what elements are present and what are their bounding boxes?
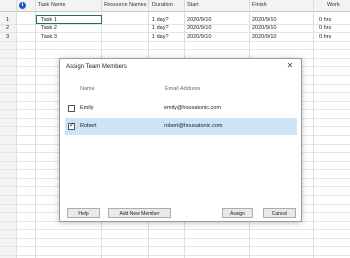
info-icon[interactable]: i — [19, 2, 26, 9]
cancel-button[interactable]: Cancel — [263, 208, 296, 218]
row-number[interactable]: 2 — [6, 24, 9, 32]
finish-cell[interactable]: 2020/9/10 — [252, 16, 276, 24]
start-cell[interactable]: 2020/9/10 — [187, 33, 211, 41]
row-number[interactable]: 1 — [6, 16, 9, 24]
help-button[interactable]: Help — [67, 208, 100, 218]
start-cell[interactable]: 2020/9/10 — [187, 24, 211, 32]
member-checkbox[interactable] — [68, 105, 75, 112]
email-column-header: Email Address — [165, 86, 201, 92]
member-row-robert[interactable]: ✓ Robert robert@housatonic.com — [65, 118, 297, 135]
col-header-duration[interactable]: Duration — [150, 0, 173, 11]
work-cell[interactable]: 0 hrs — [319, 33, 331, 41]
duration-cell[interactable]: 1 day? — [152, 33, 169, 41]
task-name-cell[interactable]: Task 3 — [41, 33, 57, 41]
col-header-work[interactable]: Work — [325, 0, 340, 11]
name-column-header: Name — [80, 86, 95, 92]
col-header-start[interactable]: Start — [185, 0, 199, 11]
duration-cell[interactable]: 1 day? — [152, 24, 169, 32]
col-header-resource-names[interactable]: Resource Names — [102, 0, 147, 11]
finish-cell[interactable]: 2020/9/10 — [252, 33, 276, 41]
col-header-finish[interactable]: Finish — [250, 0, 267, 11]
assign-button[interactable]: Assign — [222, 208, 253, 218]
close-icon[interactable]: ✕ — [285, 61, 295, 71]
add-new-member-button[interactable]: Add New Member — [108, 208, 171, 218]
work-cell[interactable]: 0 hrs — [319, 24, 331, 32]
finish-cell[interactable]: 2020/9/10 — [252, 24, 276, 32]
start-cell[interactable]: 2020/9/10 — [187, 16, 211, 24]
selected-cell-outline — [36, 15, 102, 24]
grid-header-row: i Task Name Resource Names Duration Star… — [0, 0, 350, 12]
task-name-cell[interactable]: Task 2 — [41, 24, 57, 32]
member-checkbox[interactable]: ✓ — [68, 122, 75, 130]
checkmark-icon: ✓ — [69, 122, 75, 129]
duration-cell[interactable]: 1 day? — [152, 16, 169, 24]
member-row-emily[interactable]: Emily emily@housatonic.com — [65, 100, 297, 117]
assign-team-members-dialog: Assign Team Members ✕ Name Email Address… — [59, 58, 302, 222]
work-cell[interactable]: 0 hrs — [319, 16, 331, 24]
member-name: Robert — [80, 123, 97, 129]
col-header-task-name[interactable]: Task Name — [36, 0, 66, 11]
member-email: emily@housatonic.com — [164, 105, 221, 111]
member-name: Emily — [80, 105, 94, 111]
row-number[interactable]: 3 — [6, 33, 9, 41]
member-email: robert@housatonic.com — [164, 123, 223, 129]
dialog-title: Assign Team Members — [66, 64, 127, 70]
